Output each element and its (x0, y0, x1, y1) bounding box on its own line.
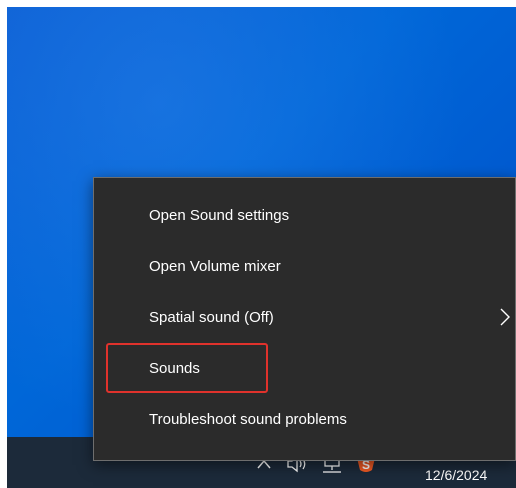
menu-item-label: Open Sound settings (149, 207, 290, 224)
menu-item-spatial-sound[interactable]: Spatial sound (Off) (94, 292, 515, 343)
menu-item-open-volume-mixer[interactable]: Open Volume mixer (94, 241, 515, 292)
chevron-right-icon (495, 306, 515, 328)
menu-item-label: Sounds (149, 360, 200, 377)
menu-item-open-sound-settings[interactable]: Open Sound settings (94, 190, 515, 241)
screen: S 12/6/2024 Open Sound settings Open Vol… (7, 7, 516, 488)
menu-item-sounds[interactable]: Sounds (94, 343, 515, 394)
sound-context-menu: Open Sound settings Open Volume mixer Sp… (93, 177, 516, 461)
clock-date[interactable]: 12/6/2024 (425, 467, 487, 483)
menu-item-label: Spatial sound (Off) (149, 309, 274, 326)
menu-item-troubleshoot-sound[interactable]: Troubleshoot sound problems (94, 394, 515, 445)
menu-item-label: Open Volume mixer (149, 258, 281, 275)
menu-item-label: Troubleshoot sound problems (149, 411, 347, 428)
